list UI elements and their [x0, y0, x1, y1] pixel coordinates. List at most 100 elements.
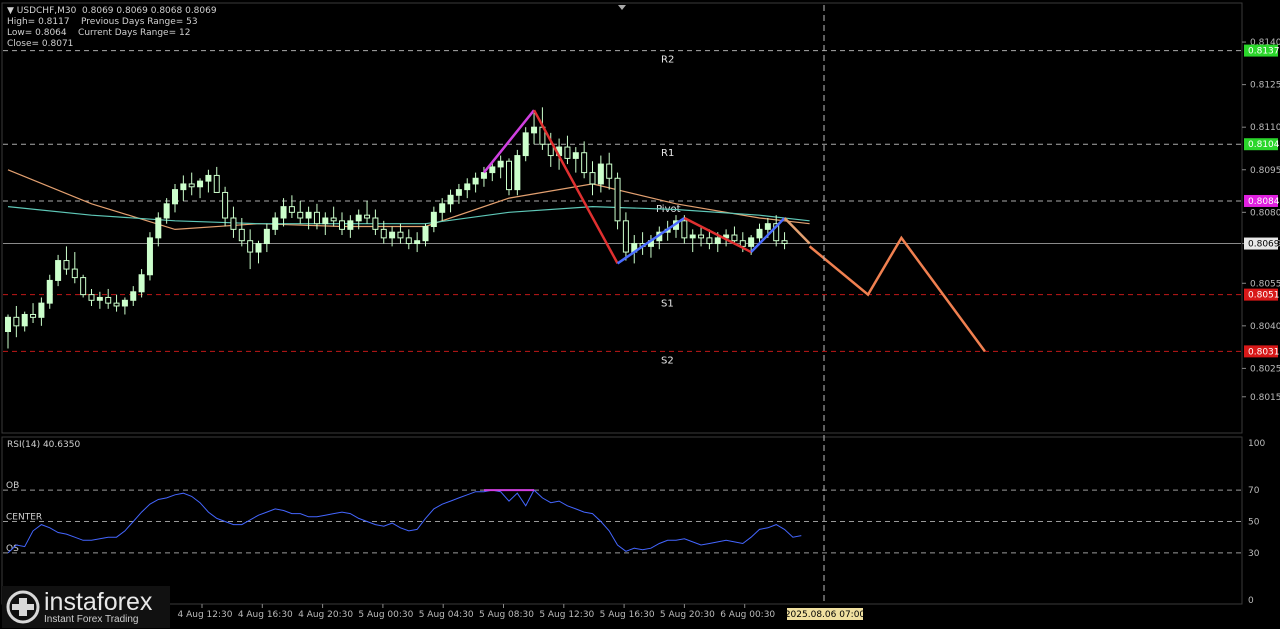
- candle-body: [522, 132, 529, 157]
- current-price-tag: 0.8069: [1248, 240, 1280, 250]
- price-tick-label: 0.8080: [1250, 208, 1280, 218]
- candle-body: [230, 217, 237, 230]
- price-tick-label: 0.8025: [1250, 364, 1280, 374]
- time-tick-label: 4 Aug 12:30: [178, 610, 233, 620]
- rsi-tick-label: 0: [1248, 596, 1254, 606]
- candle: [514, 149, 521, 196]
- level-tag: 0.8031: [1248, 347, 1280, 357]
- price-tick-label: 0.8095: [1250, 166, 1280, 176]
- candle-body: [606, 163, 613, 179]
- candle-body: [155, 217, 162, 239]
- candle-body: [63, 260, 70, 270]
- candle-body: [748, 237, 755, 247]
- level-tag: 0.8104: [1248, 140, 1280, 150]
- rsi-panel-frame: [1, 436, 1243, 605]
- candle-body: [464, 183, 471, 191]
- brand-logo: instaforex Instant Forex Trading: [2, 586, 170, 628]
- candle-body: [5, 316, 11, 333]
- candle-body: [614, 177, 621, 222]
- candle-body: [21, 313, 28, 327]
- candle-body: [247, 240, 254, 253]
- candle-body: [130, 291, 137, 301]
- time-tick-label: 5 Aug 08:30: [479, 610, 534, 620]
- candle-body: [572, 152, 579, 159]
- candle-body: [380, 228, 387, 239]
- candle-body: [531, 126, 538, 134]
- level-label-r2: R2: [661, 55, 674, 66]
- time-tick-label: 5 Aug 12:30: [539, 610, 594, 620]
- candle-body: [96, 296, 103, 301]
- candle-body: [414, 240, 421, 245]
- candle-body: [731, 234, 738, 242]
- candle-body: [180, 183, 187, 191]
- candle-body: [355, 214, 362, 222]
- rsi-tick-label: 30: [1248, 549, 1260, 559]
- candle-body: [305, 211, 312, 219]
- candle-body: [288, 206, 295, 213]
- time-tick-label: 4 Aug 16:30: [238, 610, 293, 620]
- candle-body: [397, 231, 404, 239]
- candle-body: [455, 189, 462, 196]
- rsi-tick-label: 70: [1248, 486, 1260, 496]
- candle-body: [263, 228, 270, 245]
- candle-body: [706, 237, 713, 245]
- candle-body: [422, 226, 429, 242]
- time-tick-label: 5 Aug 04:30: [419, 610, 474, 620]
- candle-body: [581, 152, 588, 174]
- candle-body: [163, 203, 170, 219]
- candle-body: [71, 268, 78, 279]
- candle-body: [330, 217, 337, 222]
- cursor-time-label: 2025.08.06 07:00: [785, 610, 866, 620]
- candle-body: [589, 172, 596, 185]
- price-tick-label: 0.8040: [1250, 322, 1280, 332]
- price-panel-frame: [1, 2, 1243, 434]
- level-label-s2: S2: [661, 355, 674, 366]
- time-tick-label: 5 Aug 00:30: [358, 610, 413, 620]
- candle-body: [689, 234, 696, 239]
- candle-body: [714, 237, 721, 245]
- candle-body: [138, 274, 145, 293]
- rsi-tick-label: 100: [1248, 439, 1265, 449]
- candle-body: [188, 183, 195, 188]
- price-tick-label: 0.8055: [1250, 279, 1280, 289]
- candle-body: [280, 206, 287, 219]
- candle-body: [405, 237, 412, 245]
- candle-body: [88, 294, 95, 301]
- candle-body: [439, 203, 446, 213]
- candle-body: [564, 146, 571, 159]
- price-tick-label: 0.8125: [1250, 81, 1280, 91]
- low-info: Low= 0.8064 Current Days Range= 12: [7, 28, 191, 38]
- candle-body: [597, 163, 604, 185]
- price-axis: 0.81400.81250.81100.80950.80800.80690.80…: [1242, 38, 1280, 403]
- candle-body: [364, 214, 371, 219]
- candle: [146, 232, 153, 281]
- time-tick-label: 5 Aug 16:30: [600, 610, 655, 620]
- level-tag: 0.8137: [1248, 47, 1280, 57]
- time-tick-label: 6 Aug 00:30: [720, 610, 775, 620]
- candle-body: [322, 217, 329, 225]
- logo-tagline: Instant Forex Trading: [44, 613, 139, 625]
- logo-mark-icon: [6, 590, 40, 624]
- time-tick-label: 5 Aug 20:30: [660, 610, 715, 620]
- candle-body: [472, 177, 479, 185]
- time-axis: 4 Aug 12:30 4 Aug 16:30 4 Aug 20:30 5 Aug 0…: [178, 604, 866, 620]
- price-tick-label: 0.8110: [1250, 123, 1280, 133]
- candle-body: [447, 194, 454, 205]
- price-tick-label: 0.8015: [1250, 393, 1280, 403]
- candle-body: [497, 160, 504, 168]
- candle-body: [698, 234, 705, 239]
- logo-name: instaforex: [44, 587, 153, 616]
- candle-body: [222, 191, 229, 219]
- rsi-level-label: CENTER: [6, 513, 42, 523]
- candle: [614, 172, 621, 230]
- candle-body: [389, 231, 396, 239]
- level-label-r1: R1: [661, 148, 674, 159]
- candle-body: [622, 220, 629, 253]
- chart-canvas: R2R1PivotS1S2 0.81400.81250.81100.80950.…: [1, 2, 1280, 620]
- high-info: High= 0.8117 Previous Days Range= 53: [7, 17, 198, 27]
- level-label-s1: S1: [661, 299, 674, 310]
- candle-body: [30, 313, 37, 318]
- candle-body: [313, 211, 320, 225]
- candle-body: [55, 260, 62, 281]
- rsi-level-label: OB: [6, 481, 19, 491]
